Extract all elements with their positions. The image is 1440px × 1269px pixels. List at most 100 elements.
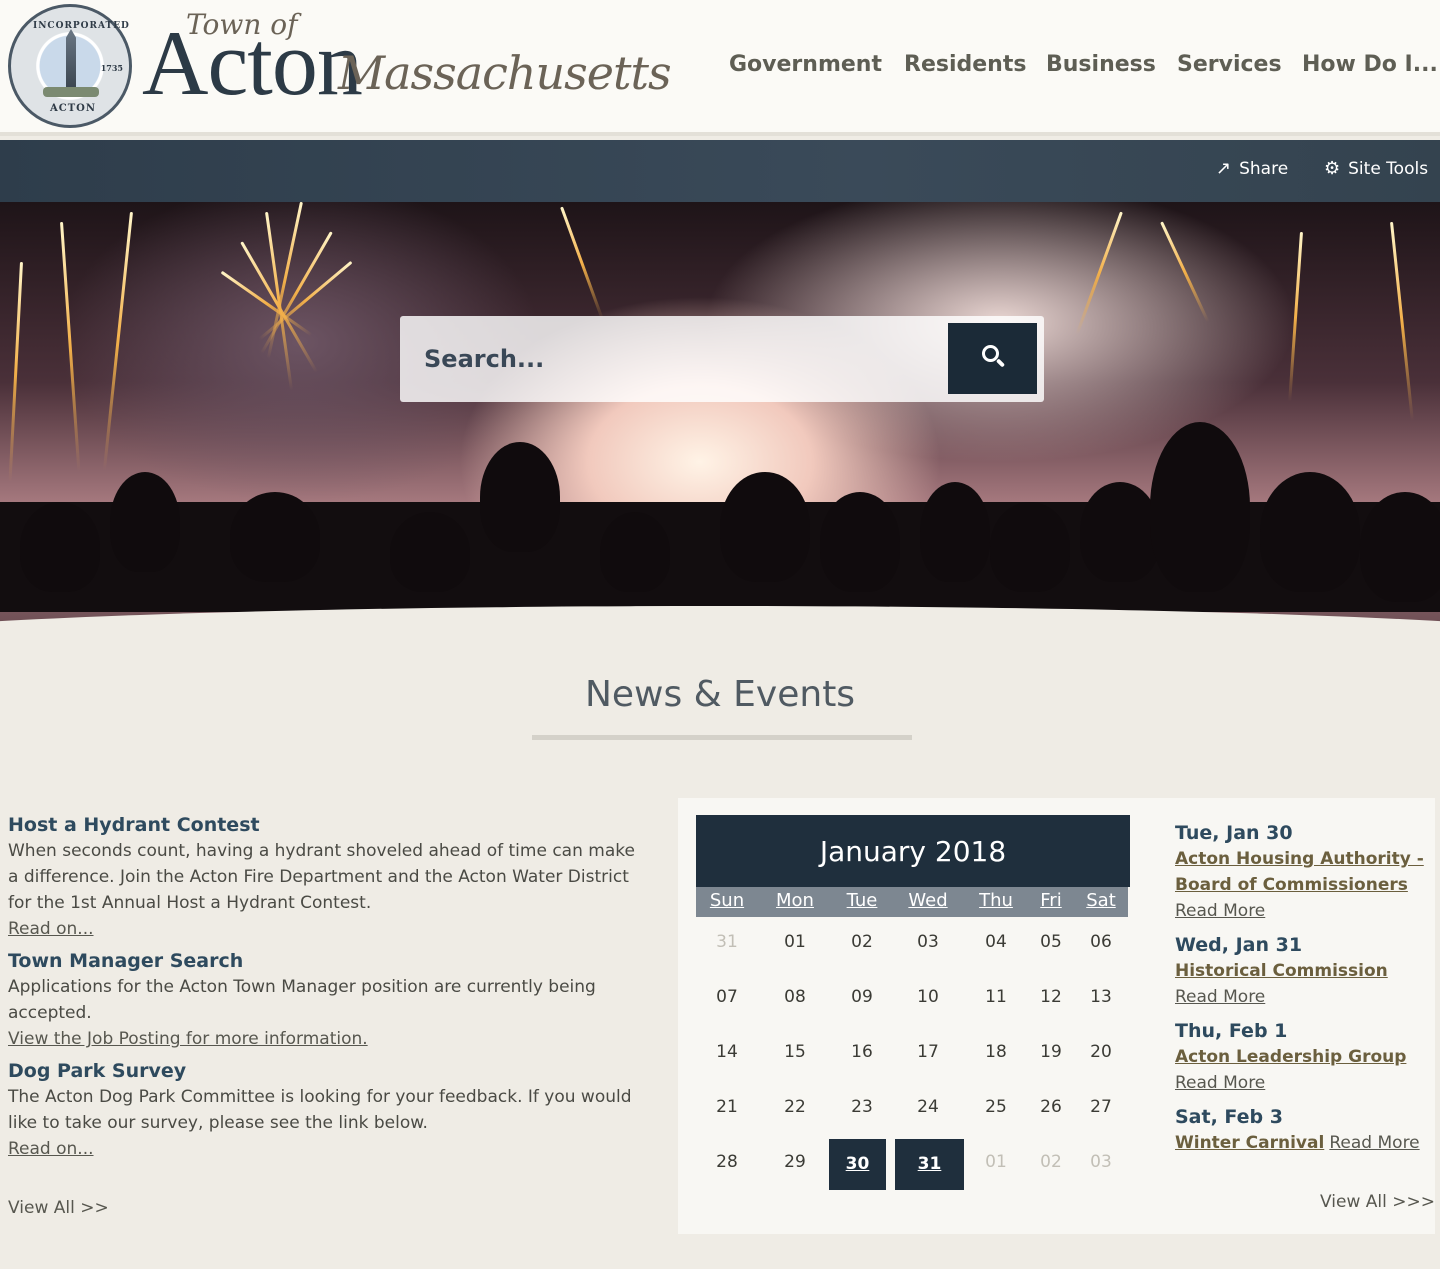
hero-curve-divider xyxy=(0,606,1440,652)
calendar-day[interactable]: 05 xyxy=(1026,932,1076,952)
calendar-day[interactable]: 14 xyxy=(702,1042,752,1062)
logo-massachusetts: Massachusetts xyxy=(338,46,672,100)
gear-icon: ⚙ xyxy=(1324,158,1341,179)
calendar-day[interactable]: 26 xyxy=(1026,1097,1076,1117)
calendar-day[interactable]: 29 xyxy=(770,1152,820,1172)
calendar-day-selected[interactable]: 31 xyxy=(895,1139,964,1190)
calendar-day[interactable]: 31 xyxy=(702,932,752,952)
seal-ground xyxy=(43,87,99,97)
person-silhouette xyxy=(1080,482,1160,582)
calendar-day[interactable]: 16 xyxy=(837,1042,887,1062)
calendar-day-selected[interactable]: 30 xyxy=(829,1139,886,1190)
calendar-day[interactable]: 18 xyxy=(971,1042,1021,1062)
calendar-weekday-row: Sun Mon Tue Wed Thu Fri Sat xyxy=(696,887,1128,917)
calendar-month-title: January 2018 xyxy=(696,815,1130,887)
event-title-link[interactable]: Acton Housing Authority - Board of Commi… xyxy=(1175,849,1424,895)
calendar-day[interactable]: 28 xyxy=(702,1152,752,1172)
calendar-day[interactable]: 02 xyxy=(1026,1152,1076,1172)
person-silhouette xyxy=(480,442,560,552)
search-icon-handle xyxy=(995,358,1006,368)
calendar-day[interactable]: 10 xyxy=(903,987,953,1007)
event-date: Wed, Jan 31 xyxy=(1175,934,1303,956)
share-label: Share xyxy=(1239,158,1289,179)
calendar-day[interactable]: 04 xyxy=(971,932,1021,952)
event-item: Wed, Jan 31 Historical Commission Read M… xyxy=(1175,932,1435,1010)
calendar-day[interactable]: 13 xyxy=(1076,987,1126,1007)
event-read-more-link[interactable]: Read More xyxy=(1175,987,1265,1007)
person-silhouette xyxy=(1150,422,1250,592)
firework-streak xyxy=(560,206,604,321)
person-silhouette xyxy=(600,512,670,592)
calendar-day[interactable]: 23 xyxy=(837,1097,887,1117)
calendar-day[interactable]: 02 xyxy=(837,932,887,952)
news-body: Applications for the Acton Town Manager … xyxy=(8,977,596,1023)
search-button[interactable] xyxy=(948,323,1037,394)
person-silhouette xyxy=(1260,472,1360,592)
news-read-on-link[interactable]: Read on... xyxy=(8,916,94,942)
person-silhouette xyxy=(990,502,1070,592)
town-seal-logo[interactable]: INCORPORATED 1735 ACTON xyxy=(8,4,132,128)
seal-bottom-text: ACTON xyxy=(49,103,96,114)
calendar-day[interactable]: 24 xyxy=(903,1097,953,1117)
nav-residents[interactable]: Residents xyxy=(904,52,1026,77)
calendar-day[interactable]: 15 xyxy=(770,1042,820,1062)
event-read-more-link[interactable]: Read More xyxy=(1175,898,1435,924)
calendar-day[interactable]: 01 xyxy=(971,1152,1021,1172)
calendar-day[interactable]: 20 xyxy=(1076,1042,1126,1062)
weekday-label: Sun xyxy=(709,890,745,911)
calendar-day[interactable]: 08 xyxy=(770,987,820,1007)
calendar-day[interactable]: 17 xyxy=(903,1042,953,1062)
weekday-label: Wed xyxy=(908,890,948,911)
share-button[interactable]: ↗ Share xyxy=(1216,158,1288,179)
site-tools-button[interactable]: ⚙ Site Tools xyxy=(1324,158,1428,179)
share-icon: ↗ xyxy=(1216,158,1232,179)
calendar-day[interactable]: 12 xyxy=(1026,987,1076,1007)
person-silhouette xyxy=(1360,492,1440,602)
news-view-all-link[interactable]: View All >> xyxy=(8,1198,109,1218)
event-title-link[interactable]: Winter Carnival xyxy=(1175,1133,1324,1153)
weekday-label: Sat xyxy=(1086,890,1116,911)
calendar-day[interactable]: 27 xyxy=(1076,1097,1126,1117)
calendar-day[interactable]: 03 xyxy=(903,932,953,952)
calendar-day[interactable]: 11 xyxy=(971,987,1021,1007)
person-silhouette xyxy=(390,512,470,592)
weekday-label: Mon xyxy=(776,890,814,911)
hero-fireworks-image xyxy=(0,202,1440,652)
site-header: INCORPORATED 1735 ACTON Acton Town of Ma… xyxy=(0,0,1440,136)
calendar-day[interactable]: 09 xyxy=(837,987,887,1007)
utility-bar: ↗ Share ⚙ Site Tools xyxy=(0,140,1440,202)
event-title-link[interactable]: Historical Commission xyxy=(1175,961,1388,981)
calendar-day[interactable]: 21 xyxy=(702,1097,752,1117)
news-read-on-link[interactable]: Read on... xyxy=(8,1136,94,1162)
site-tools-label: Site Tools xyxy=(1348,158,1429,179)
person-silhouette xyxy=(110,472,180,572)
search-input[interactable] xyxy=(400,316,948,402)
calendar-day[interactable]: 06 xyxy=(1076,932,1126,952)
nav-how-do-i[interactable]: How Do I... xyxy=(1302,52,1438,77)
news-job-posting-link[interactable]: View the Job Posting for more informatio… xyxy=(8,1026,368,1052)
event-read-more-link[interactable]: Read More xyxy=(1175,1070,1435,1096)
event-read-more-link[interactable]: Read More xyxy=(1329,1133,1419,1153)
news-title[interactable]: Dog Park Survey xyxy=(8,1058,648,1084)
event-date: Tue, Jan 30 xyxy=(1175,822,1293,844)
nav-government[interactable]: Government xyxy=(729,52,882,77)
calendar-day[interactable]: 03 xyxy=(1076,1152,1126,1172)
person-silhouette xyxy=(230,492,320,582)
calendar-day[interactable]: 07 xyxy=(702,987,752,1007)
news-item: Town Manager Search Applications for the… xyxy=(8,948,648,1052)
events-view-all-link[interactable]: View All >>> xyxy=(1320,1192,1435,1212)
event-list: Tue, Jan 30 Acton Housing Authority - Bo… xyxy=(1175,820,1435,1164)
event-item: Thu, Feb 1 Acton Leadership Group Read M… xyxy=(1175,1018,1435,1096)
nav-business[interactable]: Business xyxy=(1046,52,1156,77)
event-title-link[interactable]: Acton Leadership Group xyxy=(1175,1047,1406,1067)
calendar-day[interactable]: 25 xyxy=(971,1097,1021,1117)
nav-services[interactable]: Services xyxy=(1177,52,1282,77)
calendar-day[interactable]: 19 xyxy=(1026,1042,1076,1062)
news-body: The Acton Dog Park Committee is looking … xyxy=(8,1087,632,1133)
calendar-day[interactable]: 22 xyxy=(770,1097,820,1117)
firework-streak xyxy=(1288,231,1303,402)
news-title[interactable]: Host a Hydrant Contest xyxy=(8,812,648,838)
news-title[interactable]: Town Manager Search xyxy=(8,948,648,974)
calendar-day[interactable]: 01 xyxy=(770,932,820,952)
seal-year: 1735 xyxy=(100,63,123,73)
